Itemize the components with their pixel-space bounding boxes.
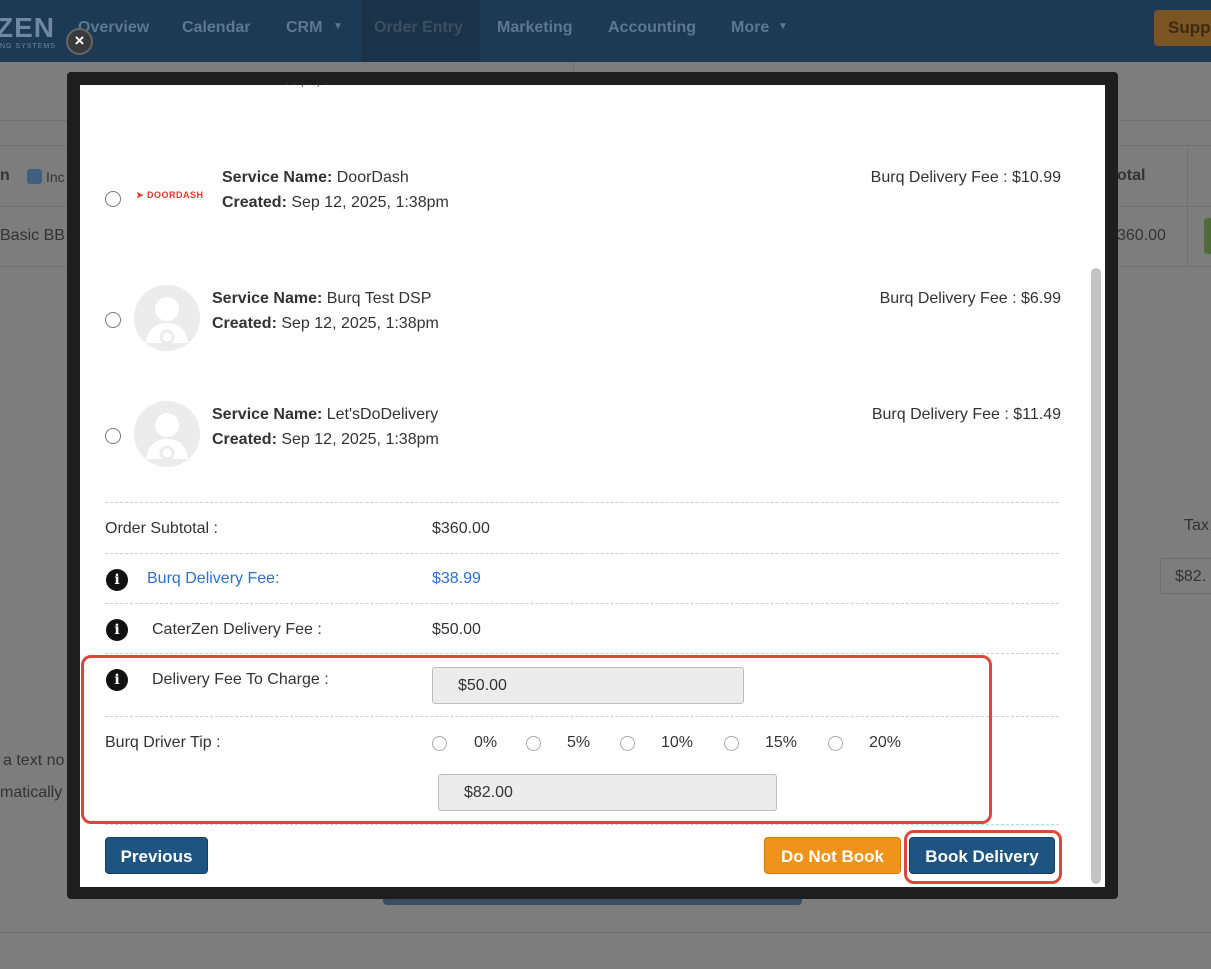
include-checkbox[interactable] [27,169,42,184]
nav-more[interactable]: More [731,19,769,37]
caterzen-delivery-fee-value: $50.00 [432,621,481,638]
service-name-line: Service Name: Let'sDoDelivery [212,406,439,423]
doordash-logo: ➤ DOORDASH [136,190,204,200]
close-icon[interactable]: × [66,28,93,55]
service-created-line: Created: Sep 12, 2025, 1:38pm [212,315,439,332]
top-navigation-bar: ZEN NG SYSTEMS Overview Calendar CRM ▼ O… [0,0,1211,62]
info-icon[interactable]: i [106,569,128,591]
item-name: Basic BB [0,227,65,244]
avatar [134,285,200,351]
modal-scrollbar[interactable] [1091,268,1101,884]
service-radio-letsdodelivery[interactable] [105,428,121,444]
item-action-button[interactable] [1204,218,1211,254]
burq-delivery-fee-link[interactable]: Burq Delivery Fee: [147,570,280,588]
chevron-down-icon: ▼ [333,21,343,32]
service-radio-doordash[interactable] [105,191,121,207]
scrolled-text-fragment: . . , . , . [285,72,328,88]
nav-calendar[interactable]: Calendar [182,19,250,37]
summary-divider [105,553,1059,554]
summary-divider [105,603,1059,604]
note-text: a text no [3,752,65,769]
do-not-book-button[interactable]: Do Not Book [764,837,901,874]
caterzen-delivery-fee-label: CaterZen Delivery Fee : [152,621,322,638]
summary-divider [105,502,1059,503]
app-logo: ZEN [0,12,55,43]
nav-crm[interactable]: CRM [286,19,322,37]
background-column-fragment: n [0,167,10,184]
nav-accounting[interactable]: Accounting [608,19,696,37]
service-created-line: Created: Sep 12, 2025, 1:38pm [222,194,449,211]
driver-avatar-icon [146,413,188,461]
service-name-line: Service Name: DoorDash [222,169,409,186]
avatar [134,401,200,467]
previous-button[interactable]: Previous [105,837,208,874]
doordash-icon: ➤ [136,190,148,200]
note-text: matically [0,784,63,801]
order-subtotal-label: Order Subtotal : [105,520,218,537]
order-subtotal-value: $360.00 [432,520,490,537]
service-fee: Burq Delivery Fee : $10.99 [870,169,1061,186]
service-created-line: Created: Sep 12, 2025, 1:38pm [212,431,439,448]
summary-divider [105,824,1059,825]
nav-order-entry[interactable]: Order Entry [374,19,463,37]
total-column-header: otal [1117,167,1146,184]
support-button[interactable]: Supp [1154,10,1211,46]
chevron-down-icon: ▼ [778,21,788,32]
checkbox-label: Inc [46,169,65,185]
service-radio-burq-test-dsp[interactable] [105,312,121,328]
background-divider [1187,145,1188,266]
info-icon[interactable]: i [106,619,128,641]
tax-label: Tax [1184,517,1209,534]
book-delivery-button[interactable]: Book Delivery [909,837,1055,874]
item-total: 360.00 [1117,227,1166,244]
summary-divider [105,653,1059,654]
driver-avatar-icon [146,297,188,345]
service-name-line: Service Name: Burq Test DSP [212,290,432,307]
app-logo-subtitle: NG SYSTEMS [0,43,56,50]
burq-delivery-fee-value: $38.99 [432,570,481,587]
service-fee: Burq Delivery Fee : $11.49 [871,406,1061,423]
service-fee: Burq Delivery Fee : $6.99 [879,290,1061,307]
annotation-highlight-fee-tip [81,655,992,824]
nav-marketing[interactable]: Marketing [497,19,573,37]
tax-value: $82. [1175,568,1207,585]
background-divider [0,932,1211,933]
